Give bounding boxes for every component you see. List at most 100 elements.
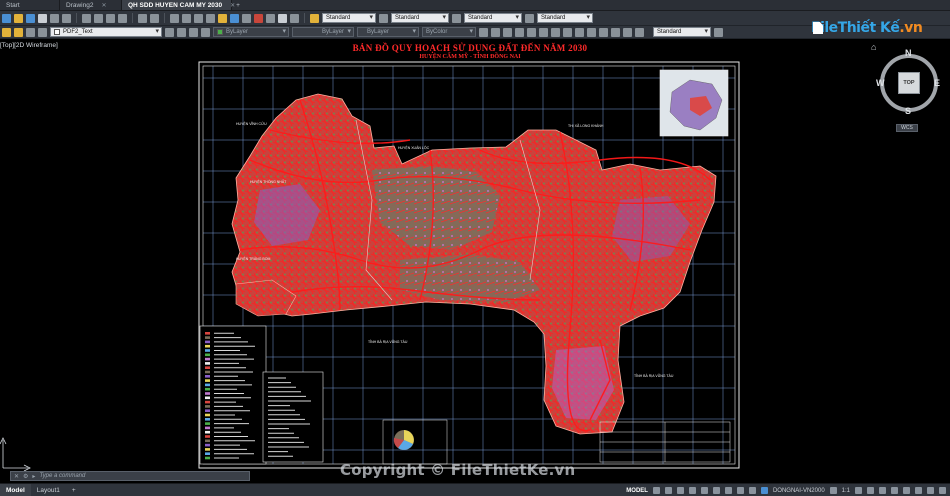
compass-east[interactable]: E [934, 78, 940, 88]
pan-icon[interactable] [170, 13, 179, 23]
ducs-icon[interactable] [551, 27, 560, 37]
otrack-icon[interactable] [539, 27, 548, 37]
tab-start[interactable]: Start [0, 0, 60, 10]
customize-icon[interactable]: ⚙ [23, 473, 28, 480]
home-icon[interactable]: ⌂ [871, 42, 876, 52]
units-icon[interactable] [879, 487, 886, 494]
osnap-icon[interactable] [527, 27, 536, 37]
close-tab-icon[interactable]: ✕ [101, 2, 106, 9]
tpy-icon[interactable] [587, 27, 596, 37]
settings-gear-icon[interactable] [855, 487, 862, 494]
save-icon[interactable] [26, 13, 35, 23]
snap-mode-icon[interactable] [664, 487, 672, 494]
table-style-select[interactable]: Standard [464, 13, 522, 23]
compass-south[interactable]: S [905, 106, 911, 116]
color-select[interactable]: ByLayer [213, 27, 289, 37]
tool-palettes-icon[interactable] [242, 13, 251, 23]
dynamic-input-icon[interactable] [676, 487, 684, 494]
coordinate-system-label[interactable]: DONGNAI-VN2000 [773, 488, 825, 494]
isodraft-icon[interactable] [700, 487, 708, 494]
annotation-visibility-icon[interactable] [829, 487, 837, 494]
cut-icon[interactable] [82, 13, 91, 23]
legend-swatch [205, 443, 210, 447]
geolocation-icon[interactable] [760, 487, 768, 494]
plot-preview-icon[interactable] [62, 13, 71, 23]
sheet-set-icon[interactable] [254, 13, 263, 23]
layer-freeze-icon[interactable] [14, 27, 23, 37]
text-style-select[interactable]: Standard [322, 13, 376, 23]
legend-swatch [205, 387, 210, 391]
customization-menu-icon[interactable] [939, 487, 946, 494]
viewcube-top-face[interactable]: TOP [898, 72, 920, 94]
object-snap-tracking-icon[interactable] [712, 487, 720, 494]
snap-icon[interactable] [479, 27, 488, 37]
layer-select[interactable]: PDF2_Text [50, 27, 162, 37]
dyn-icon[interactable] [563, 27, 572, 37]
plot-style-select[interactable]: ByColor [422, 27, 476, 37]
ortho-icon[interactable] [503, 27, 512, 37]
mleader-style-select[interactable]: Standard [537, 13, 593, 23]
redo-icon[interactable] [150, 13, 159, 23]
lineweight-select[interactable]: ByLayer [357, 27, 419, 37]
quick-properties-icon[interactable] [891, 487, 898, 494]
layer-states-icon[interactable] [189, 27, 198, 37]
layer-on-icon[interactable] [2, 27, 11, 37]
help-icon[interactable] [290, 13, 299, 23]
qp-icon[interactable] [599, 27, 608, 37]
command-line[interactable]: ✕ ⚙ ▸ Type a command [10, 471, 250, 481]
linetype-select[interactable]: ByLayer [292, 27, 354, 37]
compass-north[interactable]: N [905, 48, 912, 58]
layer-properties-icon[interactable] [201, 27, 210, 37]
markup-icon[interactable] [266, 13, 275, 23]
zoom-window-icon[interactable] [194, 13, 203, 23]
properties-icon[interactable] [218, 13, 227, 23]
isolate-objects-icon[interactable] [903, 487, 910, 494]
visual-style-select[interactable]: Standard [653, 27, 711, 37]
workspace-icon[interactable] [714, 27, 723, 37]
polar-icon[interactable] [515, 27, 524, 37]
new-tab-button[interactable]: + [232, 0, 244, 10]
new-file-icon[interactable] [2, 13, 11, 23]
polar-tracking-icon[interactable] [688, 487, 696, 494]
dim-style-select[interactable]: Standard [391, 13, 449, 23]
tab-drawing2[interactable]: Drawing2 ✕ [60, 0, 122, 10]
print-icon[interactable] [50, 13, 59, 23]
zoom-previous-icon[interactable] [206, 13, 215, 23]
calculator-icon[interactable] [278, 13, 287, 23]
save-as-icon[interactable] [38, 13, 47, 23]
clean-screen-icon[interactable] [927, 487, 934, 494]
annotation-scale-label[interactable]: 1:1 [842, 488, 850, 494]
tab-qh-sdd[interactable]: QH SDD HUYEN CAM MY 2030 ✕ [122, 0, 235, 10]
design-center-icon[interactable] [230, 13, 239, 23]
wcs-menu[interactable]: WCS [896, 124, 918, 132]
object-snap-icon[interactable] [724, 487, 732, 494]
sc-icon[interactable] [611, 27, 620, 37]
graphics-performance-icon[interactable] [915, 487, 922, 494]
viewport-controls-label[interactable]: [Top][2D Wireframe] [0, 42, 58, 49]
paste-icon[interactable] [106, 13, 115, 23]
model-space-toggle[interactable]: MODEL [626, 488, 648, 494]
match-properties-icon[interactable] [118, 13, 127, 23]
undo-icon[interactable] [138, 13, 147, 23]
am-icon[interactable] [623, 27, 632, 37]
layer-color-icon[interactable] [38, 27, 47, 37]
layer-lock-icon[interactable] [26, 27, 35, 37]
drawing-canvas[interactable] [0, 39, 950, 483]
make-current-icon[interactable] [165, 27, 174, 37]
zoom-realtime-icon[interactable] [182, 13, 191, 23]
close-command-icon[interactable]: ✕ [14, 473, 19, 480]
layout-tab-layout1[interactable]: Layout1 [31, 484, 66, 496]
open-folder-icon[interactable] [14, 13, 23, 23]
layout-tab-model[interactable]: Model [0, 483, 31, 496]
add-layout-button[interactable]: + [66, 484, 82, 496]
layer-previous-icon[interactable] [177, 27, 186, 37]
copy-icon[interactable] [94, 13, 103, 23]
lwt-icon[interactable] [575, 27, 584, 37]
lineweight-icon[interactable] [736, 487, 744, 494]
command-input[interactable]: Type a command [39, 473, 85, 479]
plus-icon[interactable] [867, 487, 874, 494]
compass-west[interactable]: W [876, 78, 885, 88]
grid-icon[interactable] [491, 27, 500, 37]
transparency-icon[interactable] [748, 487, 756, 494]
grid-display-icon[interactable] [652, 487, 660, 494]
